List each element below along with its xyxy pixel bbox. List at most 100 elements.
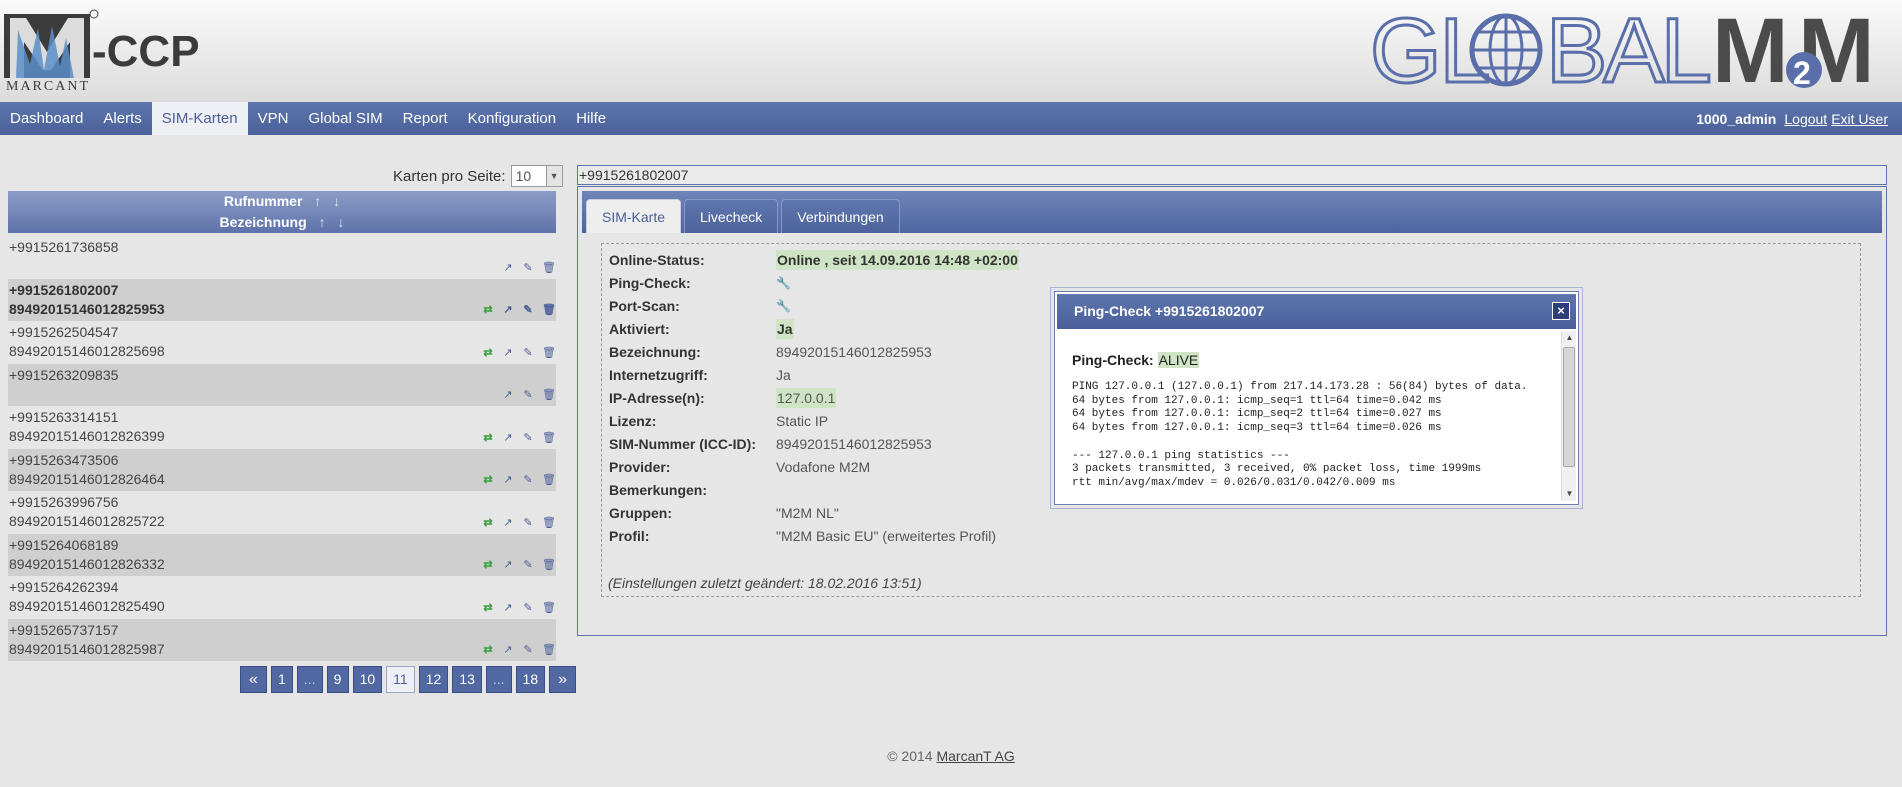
trash-icon[interactable]: 🗑 bbox=[542, 474, 556, 486]
page-button-current[interactable]: 11 bbox=[386, 666, 415, 693]
ip-label: IP-Adresse(n): bbox=[609, 390, 705, 406]
table-row[interactable]: +9915261736858 ↗ ✎ 🗑 bbox=[8, 236, 556, 279]
page-button[interactable]: 18 bbox=[515, 666, 546, 693]
col-bezeichnung[interactable]: Bezeichnung bbox=[220, 214, 307, 230]
nav-hilfe[interactable]: Hilfe bbox=[566, 102, 616, 135]
nav-report[interactable]: Report bbox=[393, 102, 458, 135]
sort-asc-icon[interactable]: ↑ bbox=[314, 193, 321, 209]
tab-livecheck[interactable]: Livecheck bbox=[684, 199, 779, 233]
internet-label: Internetzugriff: bbox=[609, 367, 708, 383]
page-prev-button[interactable]: « bbox=[240, 666, 267, 693]
page-button[interactable]: 10 bbox=[352, 666, 383, 693]
table-row[interactable]: +9915263473506 89492015146012826464 ⇄ ↗ … bbox=[8, 448, 556, 491]
edit-icon[interactable]: ✎ bbox=[522, 432, 534, 444]
sort-desc-icon[interactable]: ↓ bbox=[333, 193, 340, 209]
per-page-select[interactable]: 10 ▼ bbox=[510, 165, 563, 187]
tab-sim-karte[interactable]: SIM-Karte bbox=[586, 199, 682, 233]
aktiviert-label: Aktiviert: bbox=[609, 321, 670, 337]
trash-icon[interactable]: 🗑 bbox=[542, 644, 556, 656]
scroll-up-icon[interactable]: ▲ bbox=[1562, 331, 1577, 345]
edit-icon[interactable]: ✎ bbox=[522, 559, 534, 571]
scroll-thumb[interactable] bbox=[1563, 347, 1575, 467]
table-row[interactable]: +9915264068189 89492015146012826332 ⇄ ↗ … bbox=[8, 533, 556, 576]
nav-global-sim[interactable]: Global SIM bbox=[298, 102, 392, 135]
row-name bbox=[9, 257, 556, 276]
nav-alerts[interactable]: Alerts bbox=[93, 102, 151, 135]
external-link-icon[interactable]: ↗ bbox=[502, 559, 514, 571]
external-link-icon[interactable]: ↗ bbox=[502, 644, 514, 656]
page-next-button[interactable]: » bbox=[549, 666, 577, 693]
ping-check-label: Ping-Check: bbox=[609, 275, 691, 291]
page-button[interactable]: 1 bbox=[270, 666, 293, 693]
trash-icon[interactable]: 🗑 bbox=[542, 559, 556, 571]
table-row[interactable]: +9915263996756 89492015146012825722 ⇄ ↗ … bbox=[8, 491, 556, 534]
external-link-icon[interactable]: ↗ bbox=[502, 389, 514, 401]
table-row[interactable]: +9915262504547 89492015146012825698 ⇄ ↗ … bbox=[8, 321, 556, 364]
edit-icon[interactable]: ✎ bbox=[522, 517, 534, 529]
chevron-down-icon[interactable]: ▼ bbox=[545, 166, 562, 186]
sync-icon[interactable]: ⇄ bbox=[482, 304, 494, 316]
scroll-down-icon[interactable]: ▼ bbox=[1562, 487, 1577, 501]
page-button[interactable]: 13 bbox=[452, 666, 482, 693]
edit-icon[interactable]: ✎ bbox=[522, 474, 534, 486]
edit-icon[interactable]: ✎ bbox=[522, 644, 534, 656]
external-link-icon[interactable]: ↗ bbox=[502, 347, 514, 359]
nav-vpn[interactable]: VPN bbox=[248, 102, 299, 135]
dialog-scrollbar[interactable]: ▲ ▼ bbox=[1561, 331, 1576, 501]
trash-icon[interactable]: 🗑 bbox=[542, 389, 556, 401]
table-row[interactable]: +9915263314151 89492015146012826399 ⇄ ↗ … bbox=[8, 406, 556, 449]
sync-icon[interactable]: ⇄ bbox=[482, 432, 494, 444]
col-rufnummer[interactable]: Rufnummer bbox=[224, 193, 303, 209]
trash-icon[interactable]: 🗑 bbox=[542, 432, 556, 444]
edit-icon[interactable]: ✎ bbox=[522, 262, 534, 274]
trash-icon[interactable]: 🗑 bbox=[542, 347, 556, 359]
trash-icon[interactable]: 🗑 bbox=[542, 262, 556, 274]
edit-icon[interactable]: ✎ bbox=[522, 347, 534, 359]
table-row[interactable]: +9915263209835 ↗ ✎ 🗑 bbox=[8, 363, 556, 406]
sync-icon[interactable]: ⇄ bbox=[482, 602, 494, 614]
sync-icon[interactable]: ⇄ bbox=[482, 347, 494, 359]
edit-icon[interactable]: ✎ bbox=[522, 602, 534, 614]
iccid-value: 89492015146012825953 bbox=[776, 436, 932, 452]
sync-icon[interactable]: ⇄ bbox=[482, 559, 494, 571]
table-row[interactable]: +9915264262394 89492015146012825490 ⇄ ↗ … bbox=[8, 576, 556, 619]
exit-user-link[interactable]: Exit User bbox=[1831, 111, 1888, 127]
bezeichnung-value: 89492015146012825953 bbox=[776, 344, 932, 360]
external-link-icon[interactable]: ↗ bbox=[502, 432, 514, 444]
tab-verbindungen[interactable]: Verbindungen bbox=[781, 199, 900, 233]
ping-status: ALIVE bbox=[1157, 352, 1200, 368]
gruppen-value: "M2M NL" bbox=[776, 505, 839, 521]
row-number: +9915263473506 bbox=[9, 451, 119, 468]
table-row[interactable]: +9915265737157 89492015146012825987 ⇄ ↗ … bbox=[8, 618, 556, 661]
page-button[interactable]: 9 bbox=[326, 666, 349, 693]
sort-asc-icon[interactable]: ↑ bbox=[319, 214, 326, 230]
external-link-icon[interactable]: ↗ bbox=[502, 474, 514, 486]
external-link-icon[interactable]: ↗ bbox=[502, 602, 514, 614]
sync-icon[interactable]: ⇄ bbox=[482, 474, 494, 486]
trash-icon[interactable]: 🗑 bbox=[542, 602, 556, 614]
close-icon[interactable]: × bbox=[1552, 302, 1570, 320]
external-link-icon[interactable]: ↗ bbox=[502, 304, 514, 316]
lizenz-label: Lizenz: bbox=[609, 413, 657, 429]
wrench-icon[interactable]: 🔧 bbox=[776, 296, 791, 316]
nav-dashboard[interactable]: Dashboard bbox=[0, 102, 93, 135]
edit-icon[interactable]: ✎ bbox=[522, 389, 534, 401]
trash-icon[interactable]: 🗑 bbox=[542, 517, 556, 529]
nav-sim-karten[interactable]: SIM-Karten bbox=[151, 102, 248, 135]
nav-konfiguration[interactable]: Konfiguration bbox=[458, 102, 566, 135]
sort-desc-icon[interactable]: ↓ bbox=[337, 214, 344, 230]
sync-icon[interactable]: ⇄ bbox=[482, 517, 494, 529]
table-row[interactable]: +9915261802007 89492015146012825953 ⇄ ↗ … bbox=[8, 278, 556, 321]
main-nav: Dashboard Alerts SIM-Karten VPN Global S… bbox=[0, 102, 1902, 135]
wrench-icon[interactable]: 🔧 bbox=[776, 273, 791, 293]
sync-icon[interactable]: ⇄ bbox=[482, 644, 494, 656]
page-button[interactable]: 12 bbox=[418, 666, 449, 693]
row-name: 89492015146012826399 bbox=[9, 428, 165, 444]
company-link[interactable]: MarcanT AG bbox=[936, 748, 1014, 764]
external-link-icon[interactable]: ↗ bbox=[502, 517, 514, 529]
trash-icon[interactable]: 🗑 bbox=[542, 304, 556, 316]
row-name: 89492015146012825722 bbox=[9, 513, 165, 529]
edit-icon[interactable]: ✎ bbox=[522, 304, 534, 316]
logout-link[interactable]: Logout bbox=[1784, 111, 1827, 127]
external-link-icon[interactable]: ↗ bbox=[502, 262, 514, 274]
